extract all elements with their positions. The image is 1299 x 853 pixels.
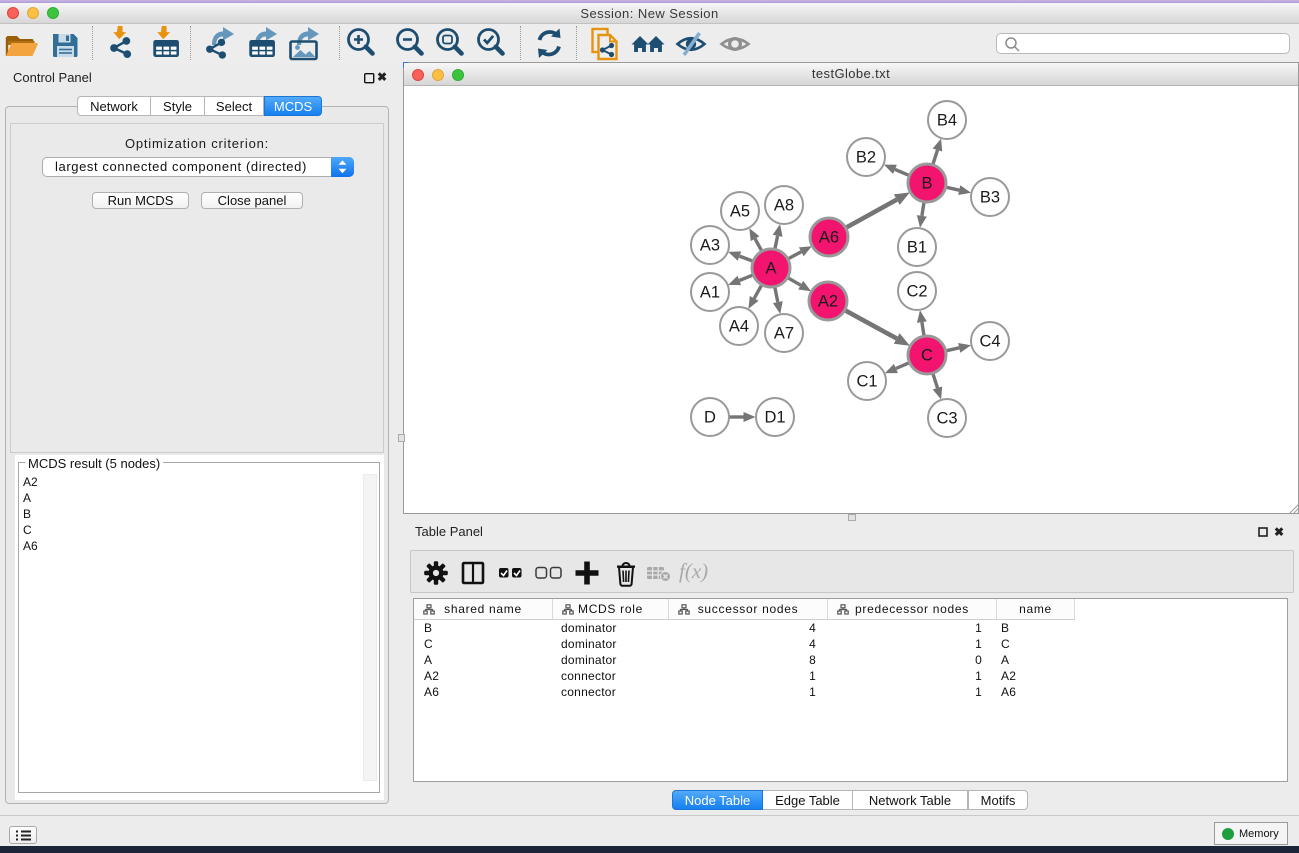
svg-text:A5: A5 [730, 203, 750, 221]
svg-text:B2: B2 [856, 149, 876, 167]
svg-text:C: C [921, 347, 933, 365]
svg-text:A4: A4 [729, 318, 749, 336]
svg-text:B3: B3 [980, 189, 1000, 207]
svg-text:A8: A8 [774, 197, 794, 215]
svg-text:A3: A3 [700, 237, 720, 255]
svg-text:B1: B1 [907, 239, 927, 257]
svg-text:C1: C1 [856, 373, 877, 391]
svg-text:A1: A1 [700, 284, 720, 302]
svg-text:D: D [704, 409, 716, 427]
svg-text:D1: D1 [764, 409, 785, 427]
svg-text:C2: C2 [906, 283, 927, 301]
svg-text:A2: A2 [818, 293, 838, 311]
svg-text:A6: A6 [819, 229, 839, 247]
svg-text:B4: B4 [937, 112, 957, 130]
svg-text:A7: A7 [774, 325, 794, 343]
svg-text:A: A [765, 260, 776, 278]
svg-text:C3: C3 [936, 410, 957, 428]
svg-text:C4: C4 [979, 333, 1000, 351]
svg-text:B: B [921, 175, 932, 193]
